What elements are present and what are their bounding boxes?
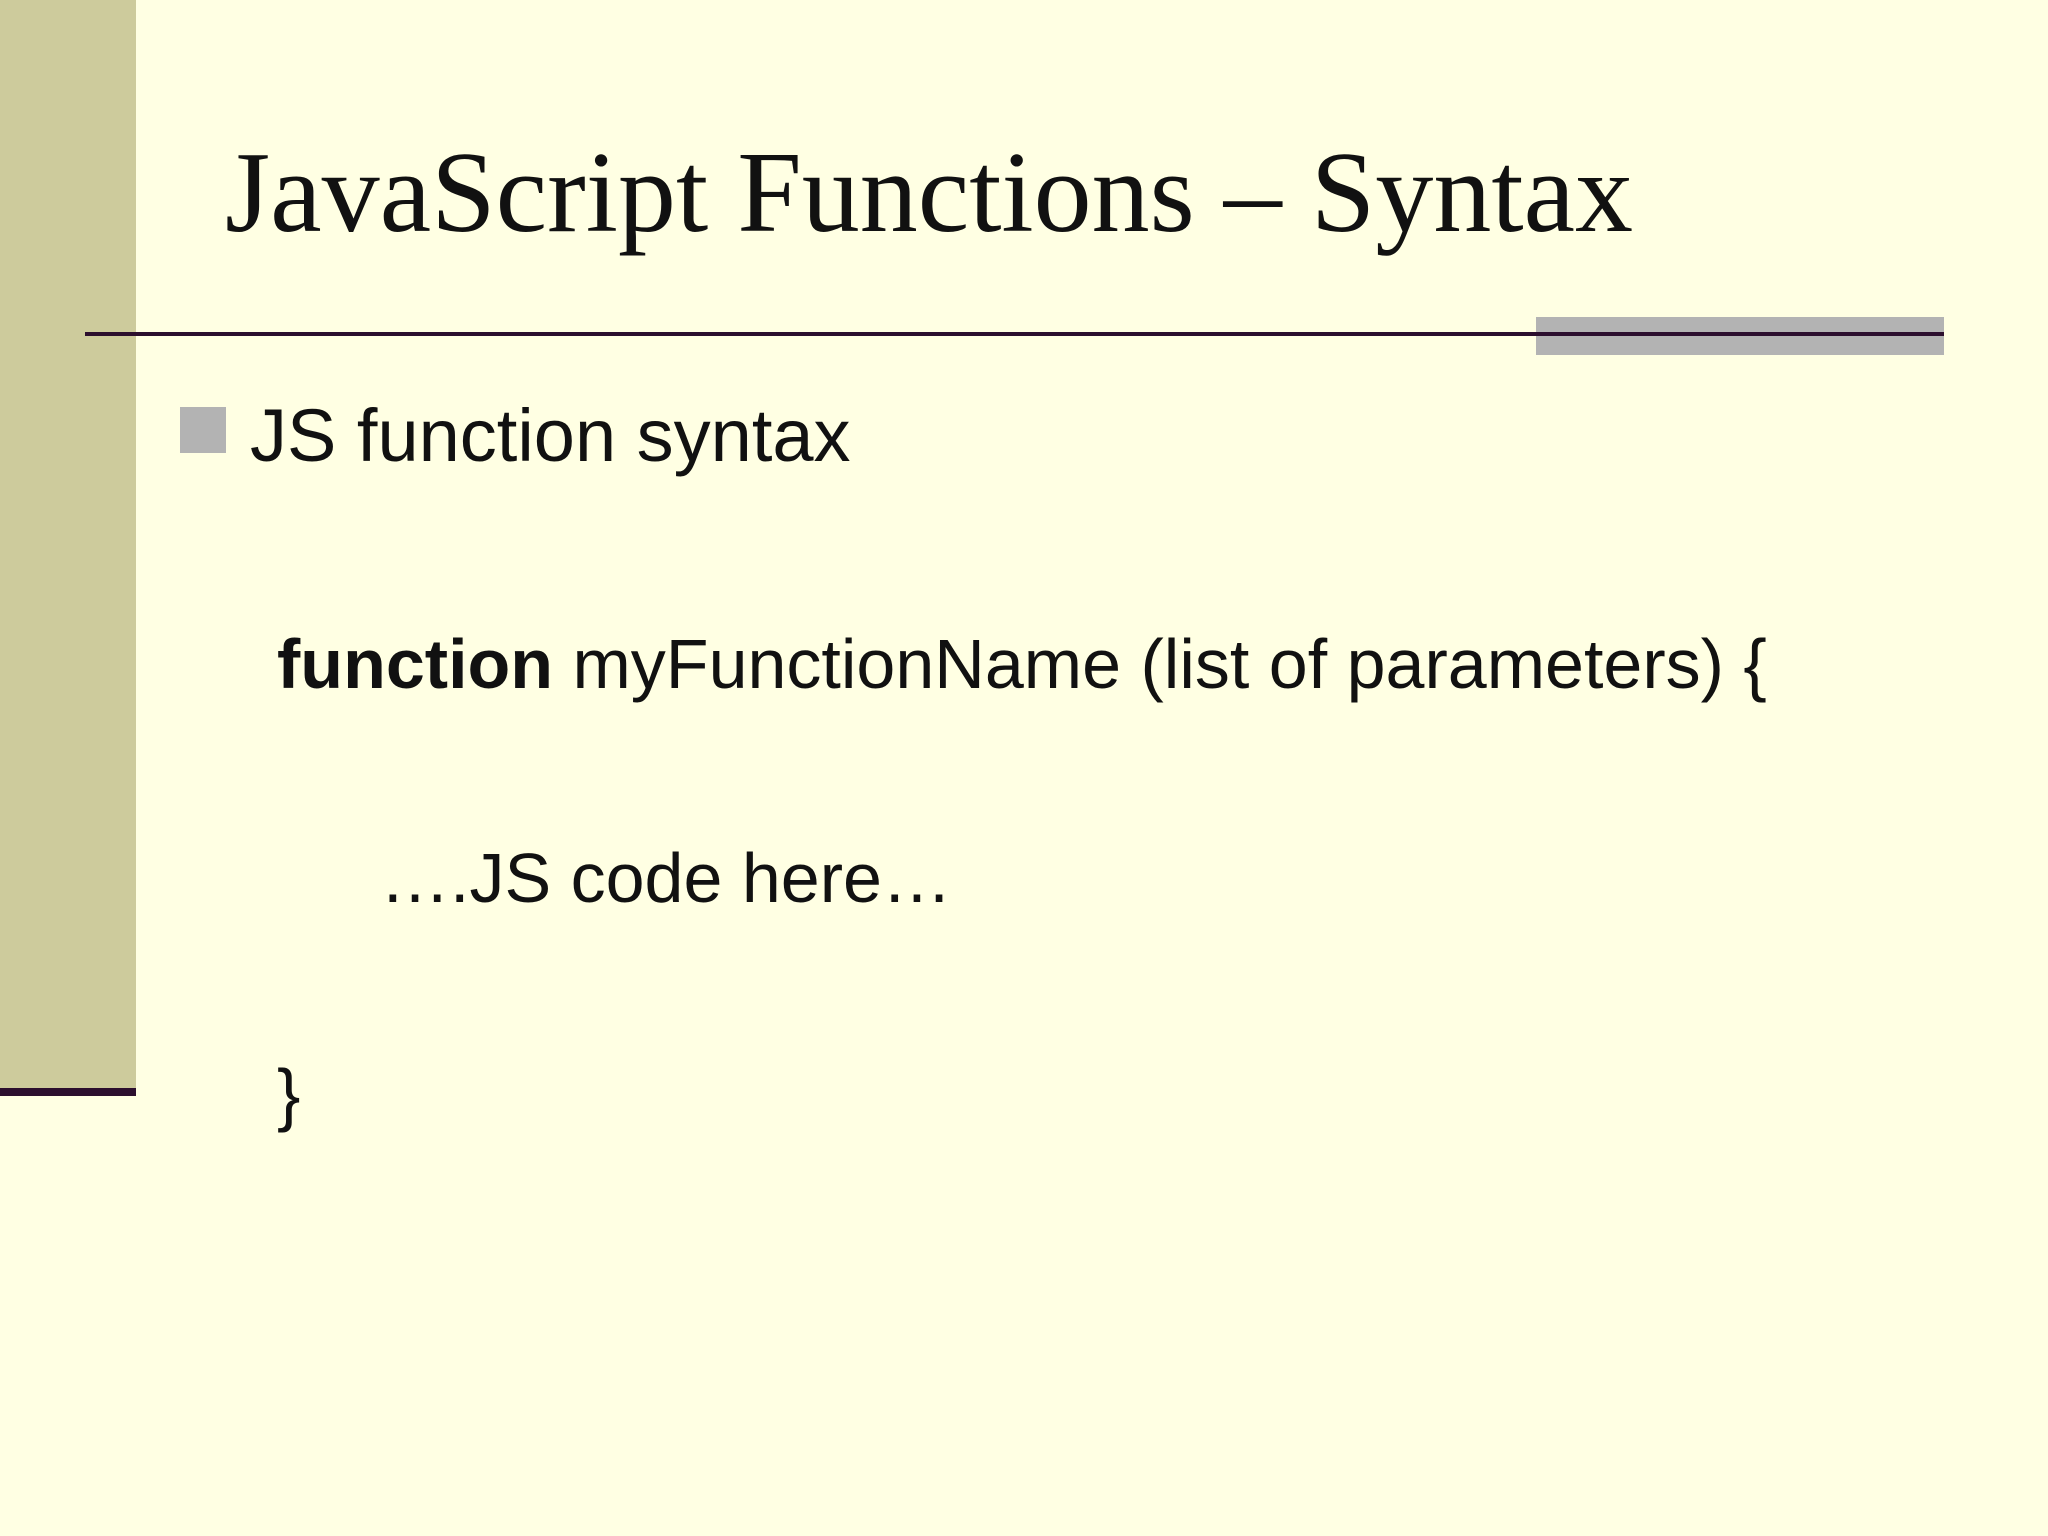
code-body-line: ….JS code here… [380, 839, 952, 917]
square-bullet-icon [180, 407, 226, 453]
code-signature-line: function myFunctionName (list of paramet… [277, 622, 1767, 706]
code-closing-brace: } [277, 1055, 301, 1133]
left-decorative-band [0, 0, 136, 1088]
bullet-text: JS function syntax [250, 394, 851, 477]
slide-title: JavaScript Functions – Syntax [225, 129, 1634, 257]
title-underline-rule [85, 332, 1944, 336]
code-keyword: function [277, 625, 554, 703]
left-band-rule [0, 1088, 136, 1096]
title-accent-bar [1536, 317, 1944, 355]
code-signature: myFunctionName (list of parameters) { [553, 625, 1767, 703]
